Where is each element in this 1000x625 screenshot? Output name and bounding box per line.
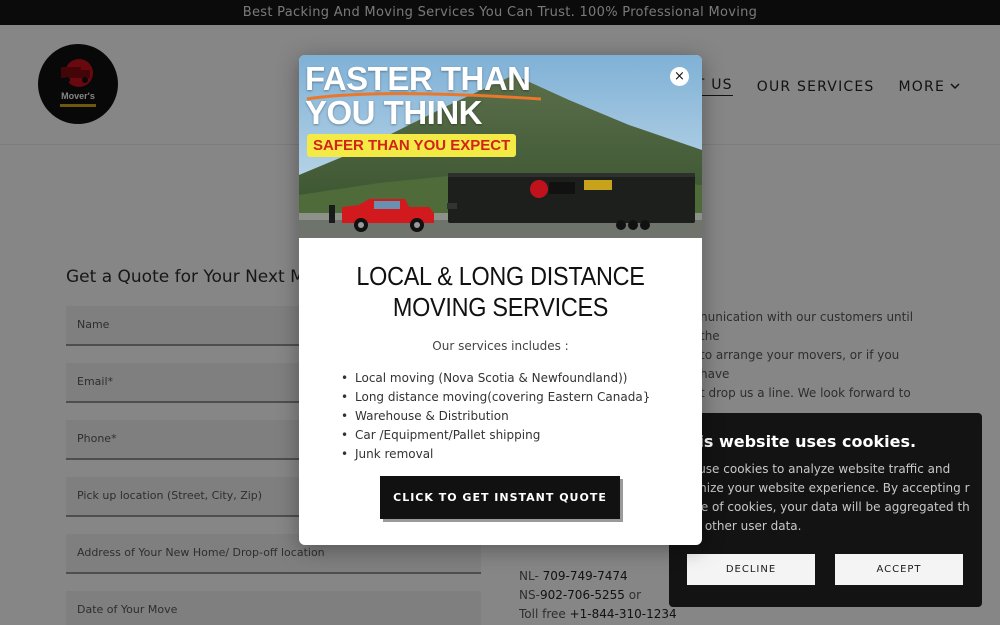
hero-line-2: YOU THINK bbox=[305, 94, 482, 131]
hero-badge: SAFER THAN YOU EXPECT bbox=[307, 134, 517, 157]
services-list: Local moving (Nova Scotia & Newfoundland… bbox=[341, 369, 650, 464]
cookie-title: his website uses cookies. bbox=[687, 432, 917, 451]
service-item: Warehouse & Distribution bbox=[341, 407, 650, 426]
accept-button[interactable]: ACCEPT bbox=[835, 554, 963, 585]
decline-button[interactable]: DECLINE bbox=[687, 554, 815, 585]
service-item: Car /Equipment/Pallet shipping bbox=[341, 426, 650, 445]
hero-image: FASTER THAN YOU THINK SAFER THAN YOU EXP… bbox=[299, 55, 702, 238]
promo-modal: FASTER THAN YOU THINK SAFER THAN YOU EXP… bbox=[299, 55, 702, 545]
hero-headline: FASTER THAN YOU THINK bbox=[305, 62, 531, 130]
service-item: Junk removal bbox=[341, 445, 650, 464]
close-icon[interactable]: × bbox=[670, 67, 689, 86]
hero-line-1: FASTER THAN bbox=[305, 60, 531, 97]
cookie-body: e use cookies to analyze website traffic… bbox=[687, 462, 970, 533]
service-item: Local moving (Nova Scotia & Newfoundland… bbox=[341, 369, 650, 388]
cookie-banner: his website uses cookies. e use cookies … bbox=[669, 413, 982, 607]
modal-title: LOCAL & LONG DISTANCE MOVING SERVICES bbox=[356, 261, 645, 322]
instant-quote-button[interactable]: CLICK TO GET INSTANT QUOTE bbox=[380, 476, 620, 519]
service-item: Long distance moving(covering Eastern Ca… bbox=[341, 388, 650, 407]
modal-subtitle: Our services includes : bbox=[432, 339, 569, 353]
